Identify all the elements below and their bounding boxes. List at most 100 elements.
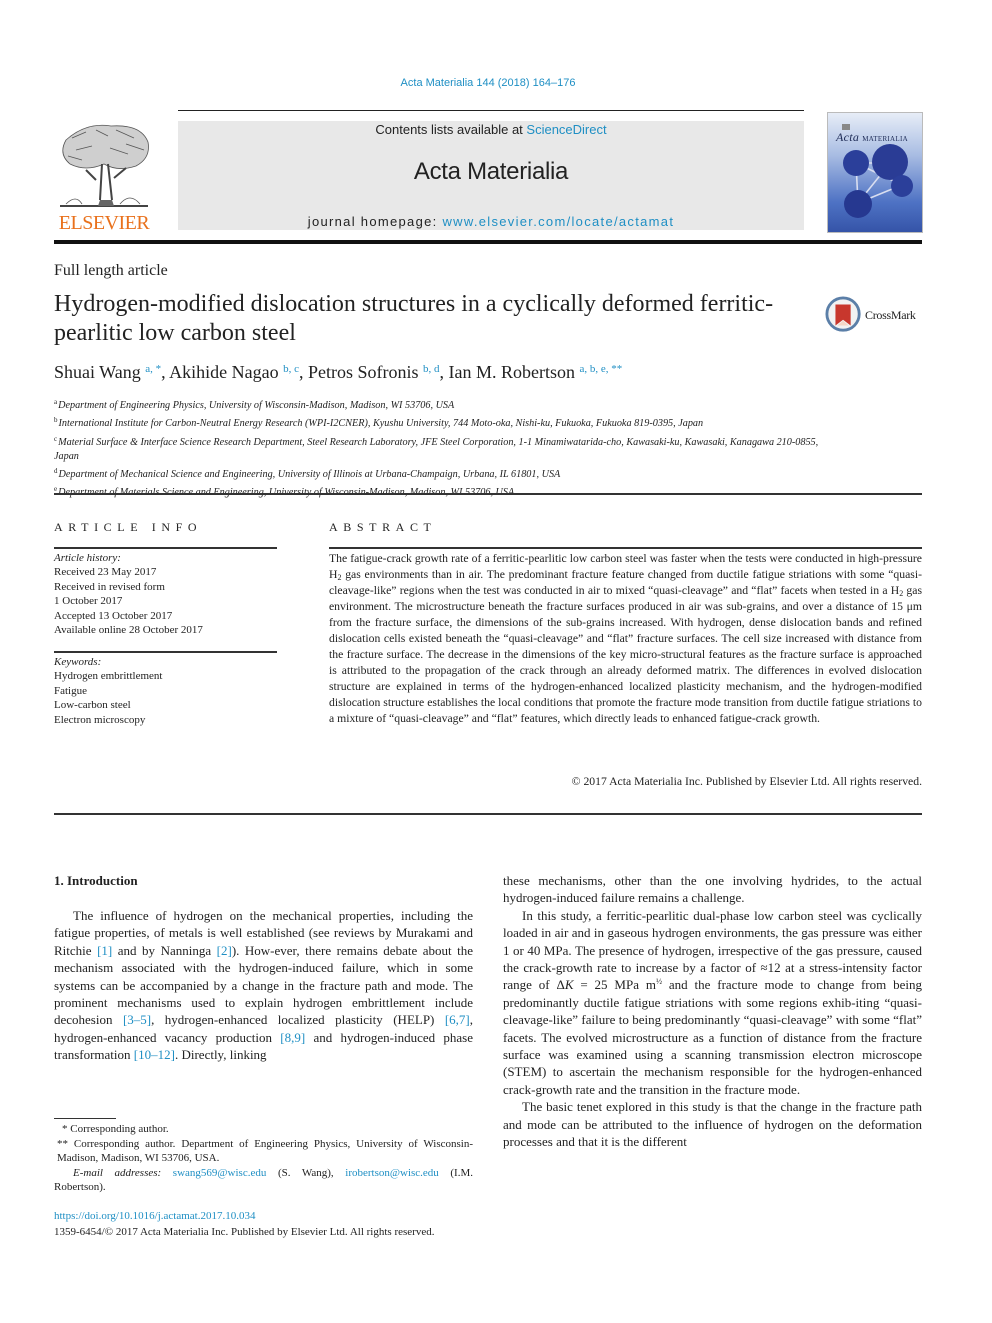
elsevier-logo[interactable]: ELSEVIER [54, 120, 154, 234]
crossmark-button[interactable]: CrossMark [825, 296, 925, 336]
issn-copyright: 1359-6454/© 2017 Acta Materialia Inc. Pu… [54, 1226, 435, 1238]
text: and by Nanninga [112, 942, 217, 958]
affiliation: eDepartment of Materials Science and Eng… [54, 482, 824, 500]
keyword: Fatigue [54, 684, 87, 697]
citation-link[interactable]: [3–5] [123, 1012, 151, 1027]
keywords: Keywords: Hydrogen embrittlement Fatigue… [54, 655, 279, 727]
footnote: * Corresponding author. [62, 1123, 169, 1135]
affiliation-key: b [54, 416, 58, 425]
footnote-emails: E-mail addresses: swang569@wisc.edu (S. … [54, 1166, 473, 1195]
history-item: Received in revised form [54, 580, 165, 593]
article-history: Article history: Received 23 May 2017 Re… [54, 551, 279, 637]
affiliation-text: Material Surface & Interface Science Res… [54, 436, 819, 462]
homepage-line: journal homepage: www.elsevier.com/locat… [178, 214, 804, 229]
author-affil-sup[interactable]: a, * [145, 363, 161, 375]
body-column-left: The influence of hydrogen on the mechani… [54, 907, 473, 1064]
keyword: Electron microscopy [54, 713, 146, 726]
author[interactable]: Ian M. Robertson a, b, e, ** [449, 362, 623, 382]
article-type: Full length article [54, 262, 168, 279]
masthead-rule [54, 240, 922, 244]
author[interactable]: Petros Sofronis b, d [308, 362, 440, 382]
journal-homepage-link[interactable]: www.elsevier.com/locate/actamat [442, 214, 674, 229]
author-name: Petros Sofronis [307, 362, 419, 382]
keyword: Low-carbon steel [54, 699, 131, 712]
homepage-prefix: journal homepage: [307, 214, 443, 229]
author[interactable]: Akihide Nagao b, c [169, 362, 299, 382]
affiliation-key: c [54, 434, 58, 443]
body-column-right: these mechanisms, other than the one inv… [503, 872, 922, 1151]
author-affil-sup[interactable]: b, d [423, 363, 440, 375]
paragraph: these mechanisms, other than the one inv… [503, 873, 922, 906]
citation-link[interactable]: [2] [217, 943, 232, 958]
article-info-rule [54, 547, 277, 549]
text: . Directly, linking [174, 1047, 267, 1063]
contents-prefix: Contents lists available at [375, 122, 527, 137]
text: , hydrogen-enhanced localized plasticity… [151, 1012, 445, 1028]
abstract-rule [329, 547, 922, 549]
keywords-rule [54, 651, 277, 653]
footnote: ** Corresponding author. Department of E… [57, 1137, 473, 1165]
history-item: Accepted 13 October 2017 [54, 609, 173, 622]
footnotes: * Corresponding author. ** Corresponding… [54, 1122, 473, 1195]
abstract-text: The fatigue-crack growth rate of a ferri… [329, 551, 922, 727]
affiliations: aDepartment of Engineering Physics, Univ… [54, 395, 824, 501]
affiliation-text: Department of Engineering Physics, Unive… [58, 400, 455, 411]
affiliation-key: a [54, 398, 58, 406]
crossmark-icon [825, 296, 861, 332]
affiliation: bInternational Institute for Carbon-Neut… [54, 413, 824, 431]
author[interactable]: Shuai Wang a, * [54, 362, 161, 382]
author-name: Akihide Nagao [169, 362, 279, 382]
email-link[interactable]: irobertson@wisc.edu [345, 1167, 439, 1179]
journal-title: Acta Materialia [413, 158, 569, 185]
author-name: Ian M. Robertson [448, 362, 575, 382]
article-info-heading: ARTICLE INFO [54, 520, 203, 534]
author-list: Shuai Wang a, *, Akihide Nagao b, c, Pet… [54, 362, 622, 383]
elsevier-tree-icon [60, 124, 149, 207]
citation-link[interactable]: [6,7] [445, 1012, 470, 1027]
history-item: 1 October 2017 [54, 595, 123, 608]
history-label: Article history: [54, 552, 121, 564]
author-sep: , [298, 362, 308, 382]
crossmark-label: CrossMark [865, 308, 916, 322]
doi-link[interactable]: https://doi.org/10.1016/j.actamat.2017.1… [54, 1210, 255, 1222]
email-owner: (S. Wang), [266, 1166, 346, 1179]
abstract-copyright: © 2017 Acta Materialia Inc. Published by… [571, 775, 922, 788]
journal-reference[interactable]: Acta Materialia 144 (2018) 164–176 [0, 77, 976, 89]
journal-cover[interactable]: Acta MATERIALIA [827, 112, 923, 233]
affiliation: dDepartment of Mechanical Science and En… [54, 464, 824, 482]
abstract-segment: gas environment. The microstructure bene… [329, 584, 922, 725]
footnote-rule [54, 1118, 116, 1119]
cover-molecule-icon [842, 124, 913, 218]
history-item: Available online 28 October 2017 [54, 624, 203, 637]
sciencedirect-link[interactable]: ScienceDirect [526, 122, 606, 137]
section-rule [54, 813, 922, 815]
introduction-heading: 1. Introduction [54, 873, 138, 888]
contents-line: Contents lists available at ScienceDirec… [178, 122, 804, 137]
email-link[interactable]: swang569@wisc.edu [173, 1167, 267, 1179]
email-label: E-mail addresses: [73, 1166, 162, 1179]
affiliation-key: d [54, 467, 58, 476]
author-sep: , [439, 362, 449, 382]
elsevier-wordmark: ELSEVIER [58, 212, 150, 234]
author-sep: , [161, 362, 170, 382]
history-item: Received 23 May 2017 [54, 566, 157, 579]
keyword: Hydrogen embrittlement [54, 670, 163, 683]
author-name: Shuai Wang [54, 362, 141, 382]
paragraph: The basic tenet explored in this study i… [503, 1099, 922, 1150]
abstract-heading: ABSTRACT [329, 520, 437, 534]
paragraph: In this study, a ferritic-pearlitic dual… [503, 907, 922, 1098]
citation-link[interactable]: [1] [97, 943, 112, 958]
affiliation-text: International Institute for Carbon-Neutr… [58, 418, 704, 430]
affiliation: aDepartment of Engineering Physics, Univ… [54, 395, 824, 413]
author-affil-sup[interactable]: a, b, e, ** [579, 363, 622, 375]
journal-masthead: Contents lists available at ScienceDirec… [178, 121, 804, 230]
text: = 25 MPa m [573, 977, 656, 993]
citation-link[interactable]: [10–12] [134, 1047, 175, 1062]
section-rule [54, 493, 922, 495]
paragraph: The influence of hydrogen on the mechani… [54, 907, 473, 1064]
article-title: Hydrogen-modified dislocation structures… [54, 291, 774, 346]
author-affil-sup[interactable]: b, c [283, 363, 299, 375]
keywords-label: Keywords: [54, 656, 102, 668]
text: and the fracture mode to change from bei… [503, 977, 922, 1097]
citation-link[interactable]: [8,9] [280, 1030, 305, 1045]
